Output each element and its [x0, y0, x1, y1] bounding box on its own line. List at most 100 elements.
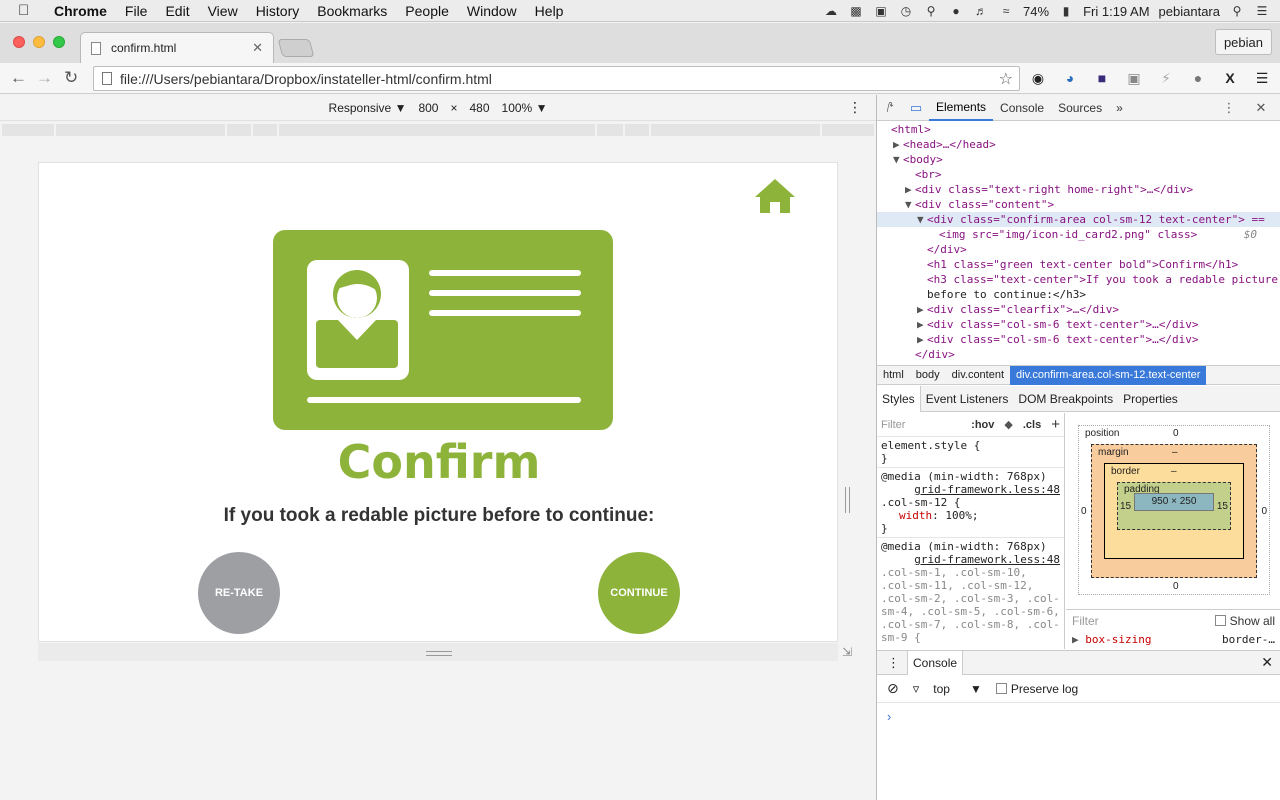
continue-button[interactable]: CONTINUE [598, 552, 680, 634]
menu-bookmarks[interactable]: Bookmarks [308, 3, 396, 19]
forward-arrow-icon[interactable]: → [36, 68, 53, 88]
dom-node[interactable]: ▶ <div class="clearfix">…</div> [877, 302, 1280, 317]
extension-plug-icon[interactable]: ⚡ [1156, 68, 1176, 88]
style-rule[interactable]: @media (min-width: 768px) grid-framework… [877, 468, 1064, 538]
corner-resize-handle[interactable]: ⇲ [842, 645, 852, 659]
menu-edit[interactable]: Edit [156, 3, 198, 19]
home-icon[interactable] [753, 177, 797, 215]
tab-console[interactable]: Console [993, 95, 1051, 121]
box-model-content[interactable]: 950 × 250 [1134, 493, 1214, 511]
width-resize-handle[interactable] [845, 487, 850, 513]
spotlight-search-icon[interactable]: ⚲ [1229, 4, 1245, 18]
drawer-close-icon[interactable]: ✕ [1261, 654, 1273, 671]
extension-dark-icon[interactable]: ■ [1092, 68, 1112, 88]
styles-filter-input[interactable]: Filter [881, 419, 905, 431]
bookmark-star-icon[interactable]: ☆ [999, 69, 1013, 89]
back-arrow-icon[interactable]: ← [10, 68, 27, 88]
media-query-bar[interactable] [2, 124, 874, 136]
dom-node[interactable]: ▼ <div class="content"> [877, 197, 1280, 212]
tab-event-listeners[interactable]: Event Listeners [921, 386, 1014, 412]
tab-styles[interactable]: Styles [877, 385, 921, 412]
device-mode-select[interactable]: Responsive ▼ [329, 101, 407, 115]
tab-properties[interactable]: Properties [1118, 386, 1183, 412]
device-height-input[interactable]: 480 [470, 101, 490, 115]
tab-dom-breakpoints[interactable]: DOM Breakpoints [1013, 386, 1118, 412]
device-width-input[interactable]: 800 [418, 101, 438, 115]
wifi-icon[interactable]: ≈ [998, 4, 1014, 18]
device-more-icon[interactable]: ⋮ [848, 99, 862, 116]
style-source-link[interactable]: grid-framework.less:48 [914, 553, 1060, 566]
window-minimize-button[interactable] [33, 36, 45, 48]
menu-history[interactable]: History [247, 3, 309, 19]
box-model-margin[interactable]: margin – border – padding 15 15 950 × 25… [1091, 444, 1257, 578]
menubar-user[interactable]: pebiantara [1159, 4, 1220, 19]
dom-node[interactable]: <img src="img/icon-id_card2.png" class> $… [877, 227, 1280, 242]
breadcrumb-body[interactable]: body [910, 366, 946, 385]
computed-property-row[interactable]: ▶ box-sizing border-… [1066, 633, 1280, 649]
dom-node[interactable]: <h3 class="text-center">If you took a re… [877, 272, 1280, 287]
dom-node[interactable]: <h1 class="green text-center bold">Confi… [877, 257, 1280, 272]
cls-toggle[interactable]: .cls [1023, 419, 1041, 431]
menubar-clock[interactable]: Fri 1:19 AM [1083, 4, 1149, 19]
devtools-menu-icon[interactable]: ⋮ [1216, 95, 1242, 121]
breadcrumb-confirm-area[interactable]: div.confirm-area.col-sm-12.text-center [1010, 365, 1207, 385]
time-machine-icon[interactable]: ◷ [898, 4, 914, 18]
upwork-icon[interactable]: ● [948, 4, 964, 18]
window-close-button[interactable] [13, 36, 25, 48]
tab-close-icon[interactable]: ✕ [252, 40, 263, 56]
device-zoom-select[interactable]: 100% ▼ [502, 101, 548, 115]
dom-node[interactable]: <html> [877, 122, 1280, 137]
style-rule[interactable]: element.style { } [877, 437, 1064, 468]
dom-node[interactable]: before to continue:</h3> [877, 287, 1280, 302]
menu-view[interactable]: View [199, 3, 247, 19]
dom-node-selected[interactable]: ▼ <div class="confirm-area col-sm-12 text… [877, 212, 1280, 227]
display-icon[interactable]: ▣ [873, 4, 889, 18]
height-resize-handle[interactable] [426, 651, 452, 656]
chrome-menu-icon[interactable]: ☰ [1252, 68, 1272, 88]
battery-icon[interactable]: ▮ [1058, 4, 1074, 18]
reload-icon[interactable]: ↻ [64, 68, 78, 88]
apple-icon[interactable]:  [18, 2, 40, 19]
dom-node[interactable]: <br> [877, 167, 1280, 182]
device-toggle-icon[interactable]: ▭ [903, 95, 929, 121]
inspect-element-icon[interactable]: ⭚ [877, 95, 903, 121]
dom-node[interactable]: </div> [877, 242, 1280, 257]
dom-node[interactable]: ▶ <div class="col-sm-6 text-center">…</di… [877, 332, 1280, 347]
extension-camera-icon[interactable]: ▣ [1124, 68, 1144, 88]
clear-console-icon[interactable]: ⊘ [887, 680, 899, 697]
dom-node[interactable]: ▶ <div class="text-right home-right">…</d… [877, 182, 1280, 197]
console-filter-icon[interactable]: ▿ [913, 681, 920, 697]
breadcrumb-div-content[interactable]: div.content [946, 366, 1010, 385]
dom-node[interactable]: </div> [877, 347, 1280, 362]
browser-tab-active[interactable]: confirm.html ✕ [80, 32, 274, 63]
dom-node[interactable]: ▼ <body> [877, 152, 1280, 167]
show-all-checkbox[interactable]: Show all [1214, 614, 1275, 628]
menu-file[interactable]: File [116, 3, 157, 19]
new-tab-button[interactable] [277, 39, 315, 57]
console-prompt[interactable]: › [877, 703, 1280, 730]
box-model-padding[interactable]: padding 15 15 950 × 250 [1117, 482, 1231, 530]
more-tabs-button[interactable]: » [1109, 95, 1130, 121]
menu-window[interactable]: Window [458, 3, 526, 19]
tab-elements[interactable]: Elements [929, 95, 994, 121]
style-rule[interactable]: @media (min-width: 768px) grid-framework… [877, 538, 1064, 646]
dom-node[interactable]: ▶ <div class="col-sm-6 text-center">…</di… [877, 317, 1280, 332]
dropbox-icon[interactable]: ☁ [823, 4, 839, 18]
teamviewer-icon[interactable]: ▩ [848, 4, 864, 18]
new-rule-button[interactable]: + [1051, 416, 1060, 433]
dom-node[interactable]: ▶ <head>…</head> [877, 137, 1280, 152]
menu-help[interactable]: Help [526, 3, 573, 19]
box-model-border[interactable]: border – padding 15 15 950 × 250 [1104, 463, 1244, 559]
address-bar[interactable]: file:///Users/pebiantara/Dropbox/instate… [93, 66, 1020, 91]
extension-globe-icon[interactable]: ◕ [1060, 68, 1080, 88]
drawer-tab-console[interactable]: Console [907, 650, 964, 675]
extension-mask-icon[interactable]: ◉ [1028, 68, 1048, 88]
notification-center-icon[interactable]: ☰ [1254, 4, 1270, 18]
preserve-log-checkbox[interactable]: Preserve log [995, 682, 1078, 696]
devtools-close-icon[interactable]: ✕ [1248, 95, 1274, 121]
profile-button[interactable]: pebian [1214, 29, 1272, 55]
retake-button[interactable]: RE-TAKE [198, 552, 280, 634]
computed-filter-input[interactable]: Filter [1072, 614, 1099, 628]
volume-icon[interactable]: ♬ [973, 4, 989, 18]
menu-people[interactable]: People [396, 3, 458, 19]
